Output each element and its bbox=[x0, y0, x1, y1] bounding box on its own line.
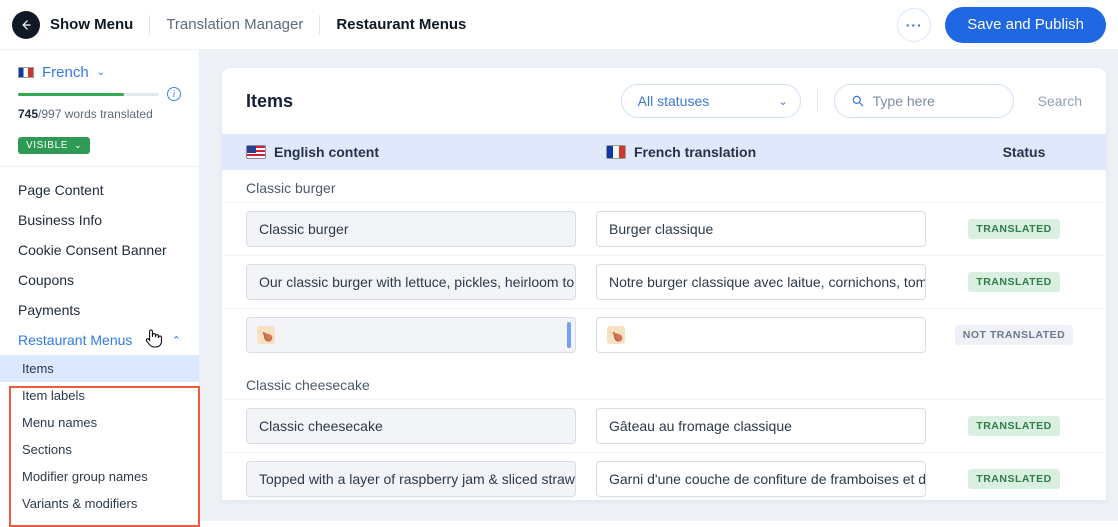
subnav-menu-names[interactable]: Menu names bbox=[0, 409, 199, 436]
nav-payments[interactable]: Payments bbox=[0, 295, 199, 325]
panel-title: Items bbox=[246, 91, 605, 112]
sidebar: French ⌄ i 745/997 words translated VISI… bbox=[0, 50, 200, 521]
info-icon[interactable]: i bbox=[167, 87, 181, 101]
status-filter-select[interactable]: All statuses ⌄ bbox=[621, 84, 801, 118]
sidebar-nav: Page Content Business Info Cookie Consen… bbox=[0, 171, 199, 521]
translation-input[interactable]: Gâteau au fromage classique bbox=[596, 408, 926, 444]
table-row: Classic cheesecake Gâteau au fromage cla… bbox=[222, 399, 1106, 452]
breadcrumb-translation-manager[interactable]: Translation Manager bbox=[166, 16, 303, 33]
subnav-items[interactable]: Items bbox=[0, 355, 199, 382]
subnav-modifier-groups[interactable]: Modifier group names bbox=[0, 463, 199, 490]
subnav-sections[interactable]: Sections bbox=[0, 436, 199, 463]
search-icon bbox=[851, 94, 865, 108]
breadcrumb-separator bbox=[319, 15, 320, 35]
nav-restaurant-submenu: Items Item labels Menu names Sections Mo… bbox=[0, 355, 199, 517]
food-emoji-icon: 🍗 bbox=[257, 326, 275, 344]
status-badge: TRANSLATED bbox=[968, 469, 1059, 489]
show-menu-link[interactable]: Show Menu bbox=[50, 16, 133, 33]
translation-input[interactable]: Notre burger classique avec laitue, corn… bbox=[596, 264, 926, 300]
ellipsis-icon: ··· bbox=[906, 17, 923, 33]
translation-input[interactable]: Burger classique bbox=[596, 211, 926, 247]
translation-progress-bar bbox=[18, 93, 159, 96]
main-area: Items All statuses ⌄ Search English cont… bbox=[200, 50, 1118, 521]
us-flag-icon bbox=[246, 145, 266, 159]
save-and-publish-button[interactable]: Save and Publish bbox=[945, 7, 1106, 43]
col-english-label: English content bbox=[274, 144, 379, 160]
divider bbox=[0, 166, 199, 167]
col-status-label: Status bbox=[966, 144, 1082, 160]
source-text[interactable]: Topped with a layer of raspberry jam & s… bbox=[246, 461, 576, 497]
group-heading: Classic burger bbox=[222, 170, 1106, 202]
cursor-hand-icon bbox=[144, 327, 164, 354]
breadcrumb-restaurant-menus: Restaurant Menus bbox=[336, 16, 466, 33]
chevron-down-icon: ⌄ bbox=[778, 95, 787, 108]
more-actions-button[interactable]: ··· bbox=[897, 8, 931, 42]
arrow-out-icon bbox=[19, 18, 33, 32]
group-heading: Classic cheesecake bbox=[222, 367, 1106, 399]
visibility-toggle[interactable]: VISIBLE⌄ bbox=[18, 137, 90, 154]
table-header: English content French translation Statu… bbox=[222, 134, 1106, 170]
top-bar: Show Menu Translation Manager Restaurant… bbox=[0, 0, 1118, 50]
status-badge: TRANSLATED bbox=[968, 219, 1059, 239]
table-row: Our classic burger with lettuce, pickles… bbox=[222, 255, 1106, 308]
french-flag-icon bbox=[606, 145, 626, 159]
source-text[interactable]: Our classic burger with lettuce, pickles… bbox=[246, 264, 576, 300]
col-french-label: French translation bbox=[634, 144, 756, 160]
search-input[interactable] bbox=[873, 93, 983, 109]
subnav-variants[interactable]: Variants & modifiers bbox=[0, 490, 199, 517]
food-emoji-icon: 🍗 bbox=[607, 326, 625, 344]
nav-restaurant-menus[interactable]: Restaurant Menus ⌃ bbox=[0, 325, 199, 355]
french-flag-icon bbox=[18, 67, 34, 78]
chevron-down-icon: ⌄ bbox=[74, 140, 82, 151]
items-panel: Items All statuses ⌄ Search English cont… bbox=[222, 68, 1106, 500]
subnav-item-labels[interactable]: Item labels bbox=[0, 382, 199, 409]
table-row: Topped with a layer of raspberry jam & s… bbox=[222, 452, 1106, 500]
table-row: 🍗 🍗 NOT TRANSLATED bbox=[222, 308, 1106, 361]
translation-input[interactable]: Garni d'une couche de confiture de framb… bbox=[596, 461, 926, 497]
language-label: French bbox=[42, 64, 89, 81]
nav-business-info[interactable]: Business Info bbox=[0, 205, 199, 235]
table-body[interactable]: Classic burger Classic burger Burger cla… bbox=[222, 170, 1106, 500]
words-translated-count: 745/997 words translated bbox=[18, 107, 181, 121]
nav-coupons[interactable]: Coupons bbox=[0, 265, 199, 295]
status-badge: NOT TRANSLATED bbox=[955, 325, 1073, 345]
selection-indicator bbox=[567, 322, 571, 348]
source-image-cell[interactable]: 🍗 bbox=[246, 317, 576, 353]
back-button[interactable] bbox=[12, 11, 40, 39]
divider bbox=[817, 89, 818, 113]
search-button[interactable]: Search bbox=[1038, 93, 1082, 109]
nav-page-content[interactable]: Page Content bbox=[0, 175, 199, 205]
chevron-up-icon: ⌃ bbox=[172, 334, 181, 347]
chevron-down-icon: ⌄ bbox=[97, 67, 105, 78]
language-selector[interactable]: French ⌄ bbox=[18, 64, 181, 81]
source-text[interactable]: Classic cheesecake bbox=[246, 408, 576, 444]
status-badge: TRANSLATED bbox=[968, 416, 1059, 436]
source-text[interactable]: Classic burger bbox=[246, 211, 576, 247]
translation-image-cell[interactable]: 🍗 bbox=[596, 317, 926, 353]
search-field[interactable] bbox=[834, 84, 1014, 118]
nav-cookie-consent[interactable]: Cookie Consent Banner bbox=[0, 235, 199, 265]
table-row: Classic burger Burger classique TRANSLAT… bbox=[222, 202, 1106, 255]
status-badge: TRANSLATED bbox=[968, 272, 1059, 292]
breadcrumb-separator bbox=[149, 15, 150, 35]
